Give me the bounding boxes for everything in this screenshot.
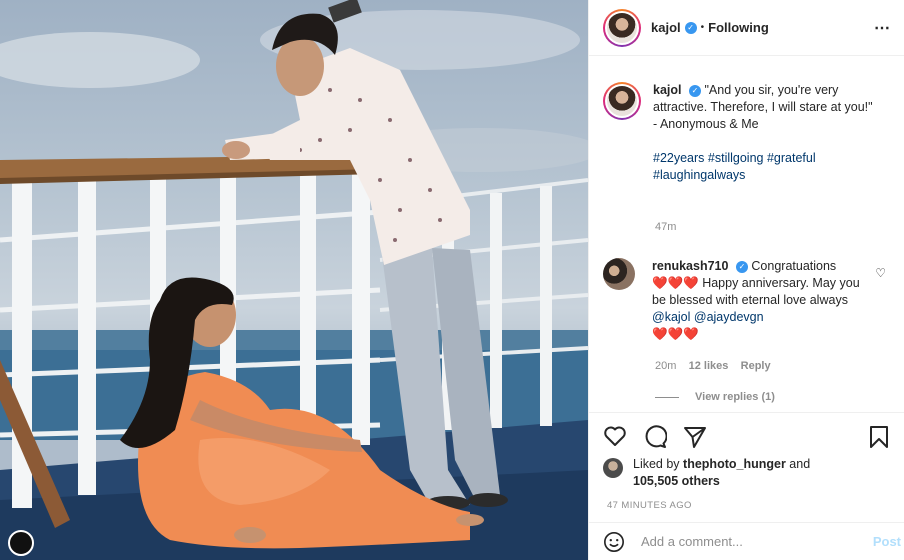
- comment-bubble-icon[interactable]: [643, 425, 667, 449]
- separator-dot: •: [700, 22, 705, 33]
- emoji-smiley-icon[interactable]: [603, 531, 625, 553]
- mention-ajaydevgn[interactable]: @ajaydevgn: [694, 310, 764, 324]
- save-bookmark-icon[interactable]: [869, 425, 889, 449]
- replies-divider-line: [655, 396, 679, 398]
- add-comment-input[interactable]: [641, 534, 851, 549]
- likes-count[interactable]: 105,505 others: [633, 474, 720, 488]
- post-header: kajol ✓ • Following ⋯: [589, 0, 904, 56]
- likes-summary: Liked by thephoto_hunger and 105,505 oth…: [603, 456, 810, 490]
- comment-like-heart-icon[interactable]: ♡: [875, 266, 886, 280]
- commenter-avatar[interactable]: [603, 258, 635, 290]
- profile-corner-avatar[interactable]: [8, 530, 34, 556]
- likes-text: Liked by thephoto_hunger and 105,505 oth…: [633, 456, 810, 490]
- caption-quote: "And you sir, you're very attractive. Th…: [653, 83, 873, 114]
- author-avatar[interactable]: [603, 8, 641, 47]
- following-button[interactable]: Following: [708, 20, 769, 35]
- likes-prefix: Liked by: [633, 457, 680, 471]
- comment-meta: 20m 12 likes Reply: [655, 360, 771, 372]
- verified-badge-icon: ✓: [684, 21, 697, 34]
- more-options-icon[interactable]: ⋯: [874, 18, 891, 38]
- verified-badge-icon: ✓: [735, 261, 748, 273]
- comment-text-a: Congratuations: [751, 259, 837, 273]
- photo-scene: [0, 0, 588, 560]
- view-replies-button[interactable]: View replies (1): [655, 391, 775, 403]
- add-comment-bar: Post: [589, 522, 904, 560]
- liker-avatar[interactable]: [603, 458, 623, 478]
- view-replies-label: View replies (1): [695, 391, 775, 403]
- caption-hashtags[interactable]: #22years #stillgoing #grateful #laughing…: [653, 151, 816, 182]
- likes-and: and: [789, 457, 811, 471]
- posted-time: 47 MINUTES AGO: [607, 500, 692, 511]
- mention-kajol[interactable]: @kajol: [652, 310, 690, 324]
- heart-emojis: ❤️❤️❤️: [652, 276, 699, 290]
- heart-emojis-end: ❤️❤️❤️: [652, 327, 699, 341]
- comment-reply-button[interactable]: Reply: [741, 360, 771, 372]
- commenter-username[interactable]: renukash710: [652, 259, 728, 273]
- post-comment-button[interactable]: Post: [873, 534, 901, 549]
- caption-author-avatar[interactable]: [603, 82, 641, 120]
- like-heart-icon[interactable]: [603, 425, 627, 447]
- comment-time: 20m: [655, 360, 677, 372]
- comment-item: renukash710 ✓ Congratuations ❤️❤️❤️ Happ…: [603, 258, 899, 343]
- post-photo[interactable]: [0, 0, 588, 560]
- post-sidebar: kajol ✓ • Following ⋯ kajol ✓ "And you s…: [588, 0, 904, 560]
- caption-attribution: - Anonymous & Me: [653, 117, 759, 131]
- share-paper-plane-icon[interactable]: [683, 425, 707, 449]
- caption-block: kajol ✓ "And you sir, you're very attrac…: [603, 82, 893, 184]
- caption-text: kajol ✓ "And you sir, you're very attrac…: [653, 82, 879, 184]
- caption-author-username[interactable]: kajol: [653, 83, 682, 97]
- action-bar: [589, 412, 904, 458]
- caption-timestamp: 47m: [655, 221, 677, 233]
- liker-username[interactable]: thephoto_hunger: [683, 457, 786, 471]
- author-username[interactable]: kajol: [651, 20, 681, 35]
- comment-likes[interactable]: 12 likes: [689, 360, 729, 372]
- comment-text: renukash710 ✓ Congratuations ❤️❤️❤️ Happ…: [652, 258, 862, 343]
- verified-badge-icon: ✓: [688, 85, 701, 97]
